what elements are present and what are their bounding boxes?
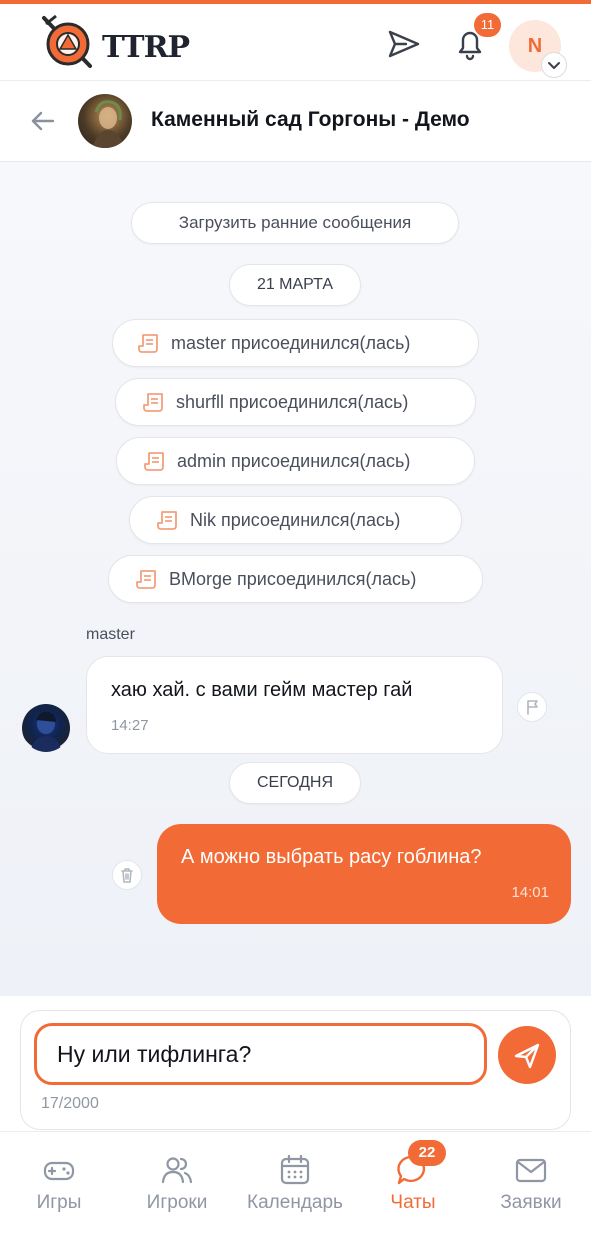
scroll-icon (138, 333, 158, 353)
nav-item-calendar[interactable]: Календарь (236, 1132, 354, 1236)
trash-icon (121, 868, 133, 883)
sender-avatar[interactable] (22, 704, 70, 752)
system-message: BMorge присоединился(лась) (108, 555, 483, 603)
message-sender: master (86, 626, 135, 643)
scroll-icon (144, 451, 164, 471)
message-time: 14:01 (511, 884, 549, 901)
scroll-icon (143, 392, 163, 412)
gamepad-icon (43, 1161, 75, 1181)
scroll-icon (157, 510, 177, 530)
users-icon (161, 1157, 193, 1184)
system-message-text: Nik присоединился(лась) (190, 510, 401, 530)
chevron-down-icon (548, 62, 560, 69)
header-send-button[interactable] (386, 26, 422, 62)
nav-item-label: Календарь (247, 1192, 343, 1213)
system-message: Nik присоединился(лась) (129, 496, 462, 544)
chat-title: Каменный сад Горгоны - Демо (151, 108, 470, 131)
date-separator: 21 МАРТА (229, 264, 361, 306)
nav-item-label: Заявки (500, 1192, 562, 1213)
message-text: хаю хай. с вами гейм мастер гай (111, 679, 413, 701)
calendar-icon (280, 1154, 310, 1185)
message-time: 14:27 (111, 717, 149, 734)
logo-text: TTRP (102, 30, 190, 65)
system-message: shurfll присоединился(лась) (115, 378, 476, 426)
nav-item-players[interactable]: Игроки (118, 1132, 236, 1236)
date-separator: СЕГОДНЯ (229, 762, 361, 804)
person-avatar-icon (30, 711, 62, 752)
nav-item-label: Игры (36, 1192, 82, 1213)
system-message-text: master присоединился(лась) (171, 333, 411, 353)
nav-item-label: Чаты (390, 1192, 436, 1213)
system-message-text: shurfll присоединился(лась) (176, 392, 409, 412)
message-list[interactable]: Загрузить ранние сообщения 21 МАРТА mast… (0, 162, 591, 996)
app-logo[interactable]: TTRP (40, 14, 190, 72)
flag-icon (527, 700, 538, 715)
app-header: TTRP 11 N (0, 4, 591, 81)
nav-item-games[interactable]: Игры (0, 1132, 118, 1236)
logo-compass-icon (42, 14, 92, 68)
chat-avatar[interactable] (78, 94, 132, 148)
chat-header: Каменный сад Горгоны - Демо (0, 82, 591, 162)
outgoing-message[interactable]: А можно выбрать расу гоблина? 14:01 (157, 824, 571, 924)
scroll-icon (136, 569, 156, 589)
send-icon (388, 30, 420, 58)
system-message: master присоединился(лась) (112, 319, 479, 367)
message-composer: 17/2000 (20, 1010, 571, 1130)
message-input[interactable] (34, 1023, 487, 1085)
character-counter: 17/2000 (41, 1095, 99, 1112)
nav-item-requests[interactable]: Заявки (472, 1132, 590, 1236)
back-arrow-icon (31, 111, 55, 131)
notifications-badge: 11 (474, 13, 501, 37)
send-icon (514, 1043, 540, 1069)
message-text: А можно выбрать расу гоблина? (181, 846, 482, 868)
bottom-navigation: Игры Игроки Календарь Чаты 22 Заявки (0, 1131, 591, 1236)
report-message-button[interactable] (517, 692, 547, 722)
delete-message-button[interactable] (112, 860, 142, 890)
user-menu-toggle[interactable] (541, 52, 567, 78)
system-message-text: BMorge присоединился(лась) (169, 569, 417, 589)
mail-icon (515, 1158, 547, 1183)
system-message: admin присоединился(лась) (116, 437, 475, 485)
system-message-text: admin присоединился(лась) (177, 451, 411, 471)
back-button[interactable] (28, 106, 58, 136)
character-portrait-icon (92, 100, 124, 148)
nav-item-label: Игроки (146, 1192, 208, 1213)
chats-badge: 22 (408, 1140, 446, 1166)
load-earlier-button[interactable]: Загрузить ранние сообщения (131, 202, 459, 244)
send-message-button[interactable] (498, 1026, 556, 1084)
incoming-message[interactable]: хаю хай. с вами гейм мастер гай 14:27 (86, 656, 503, 754)
